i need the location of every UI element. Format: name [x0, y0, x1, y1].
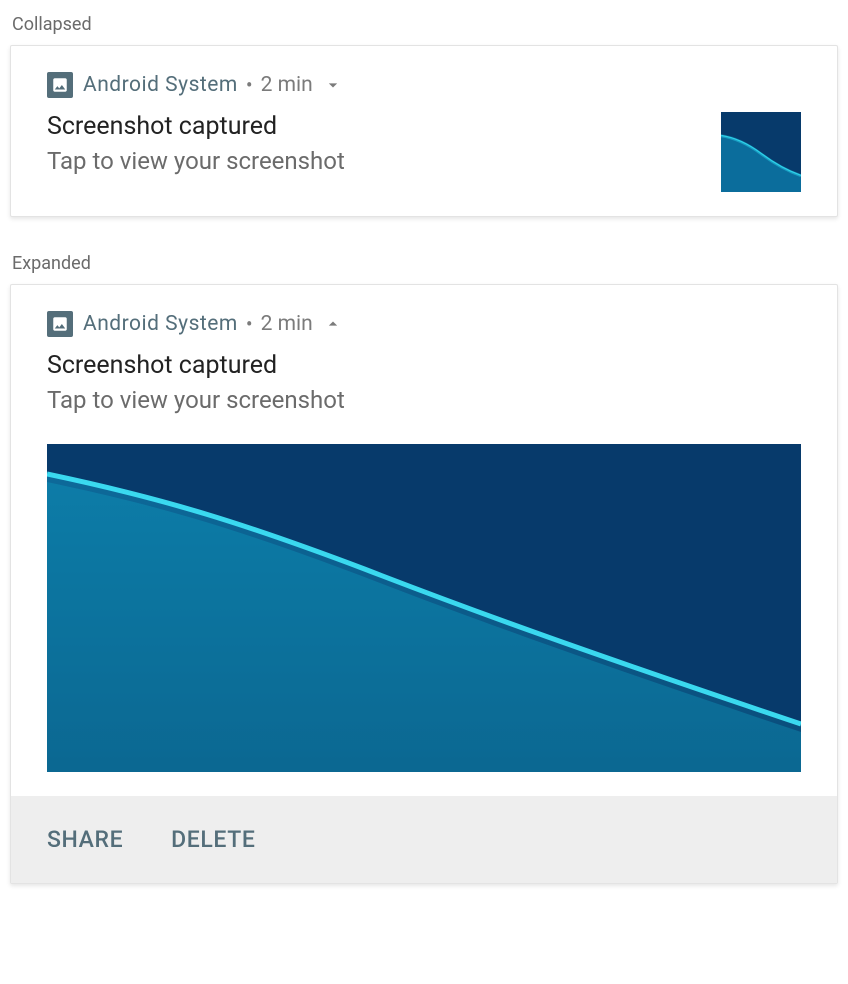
image-icon: [47, 72, 73, 98]
share-button[interactable]: SHARE: [47, 826, 123, 853]
delete-button[interactable]: DELETE: [171, 826, 255, 853]
notification-title: Screenshot captured: [47, 351, 801, 380]
notification-header: Android System • 2 min: [47, 72, 801, 98]
notification-subtitle: Tap to view your screenshot: [47, 386, 801, 414]
notification-card-collapsed[interactable]: Android System • 2 min Screenshot captur…: [10, 45, 838, 217]
app-name: Android System: [83, 73, 238, 97]
separator: •: [246, 73, 253, 97]
chevron-up-icon[interactable]: [323, 314, 343, 334]
screenshot-image: [47, 444, 801, 772]
app-name: Android System: [83, 312, 238, 336]
section-label-collapsed: Collapsed: [0, 0, 848, 45]
separator: •: [246, 312, 253, 336]
notification-header: Android System • 2 min: [47, 311, 801, 337]
chevron-down-icon[interactable]: [323, 75, 343, 95]
screenshot-thumbnail: [721, 112, 801, 192]
notification-card-expanded[interactable]: Android System • 2 min Screenshot captur…: [10, 284, 838, 884]
notification-subtitle: Tap to view your screenshot: [47, 147, 701, 175]
notification-title: Screenshot captured: [47, 112, 701, 141]
image-icon: [47, 311, 73, 337]
notification-actions: SHARE DELETE: [11, 796, 837, 883]
notification-time: 2 min: [261, 73, 313, 97]
notification-time: 2 min: [261, 312, 313, 336]
section-label-expanded: Expanded: [0, 239, 848, 284]
